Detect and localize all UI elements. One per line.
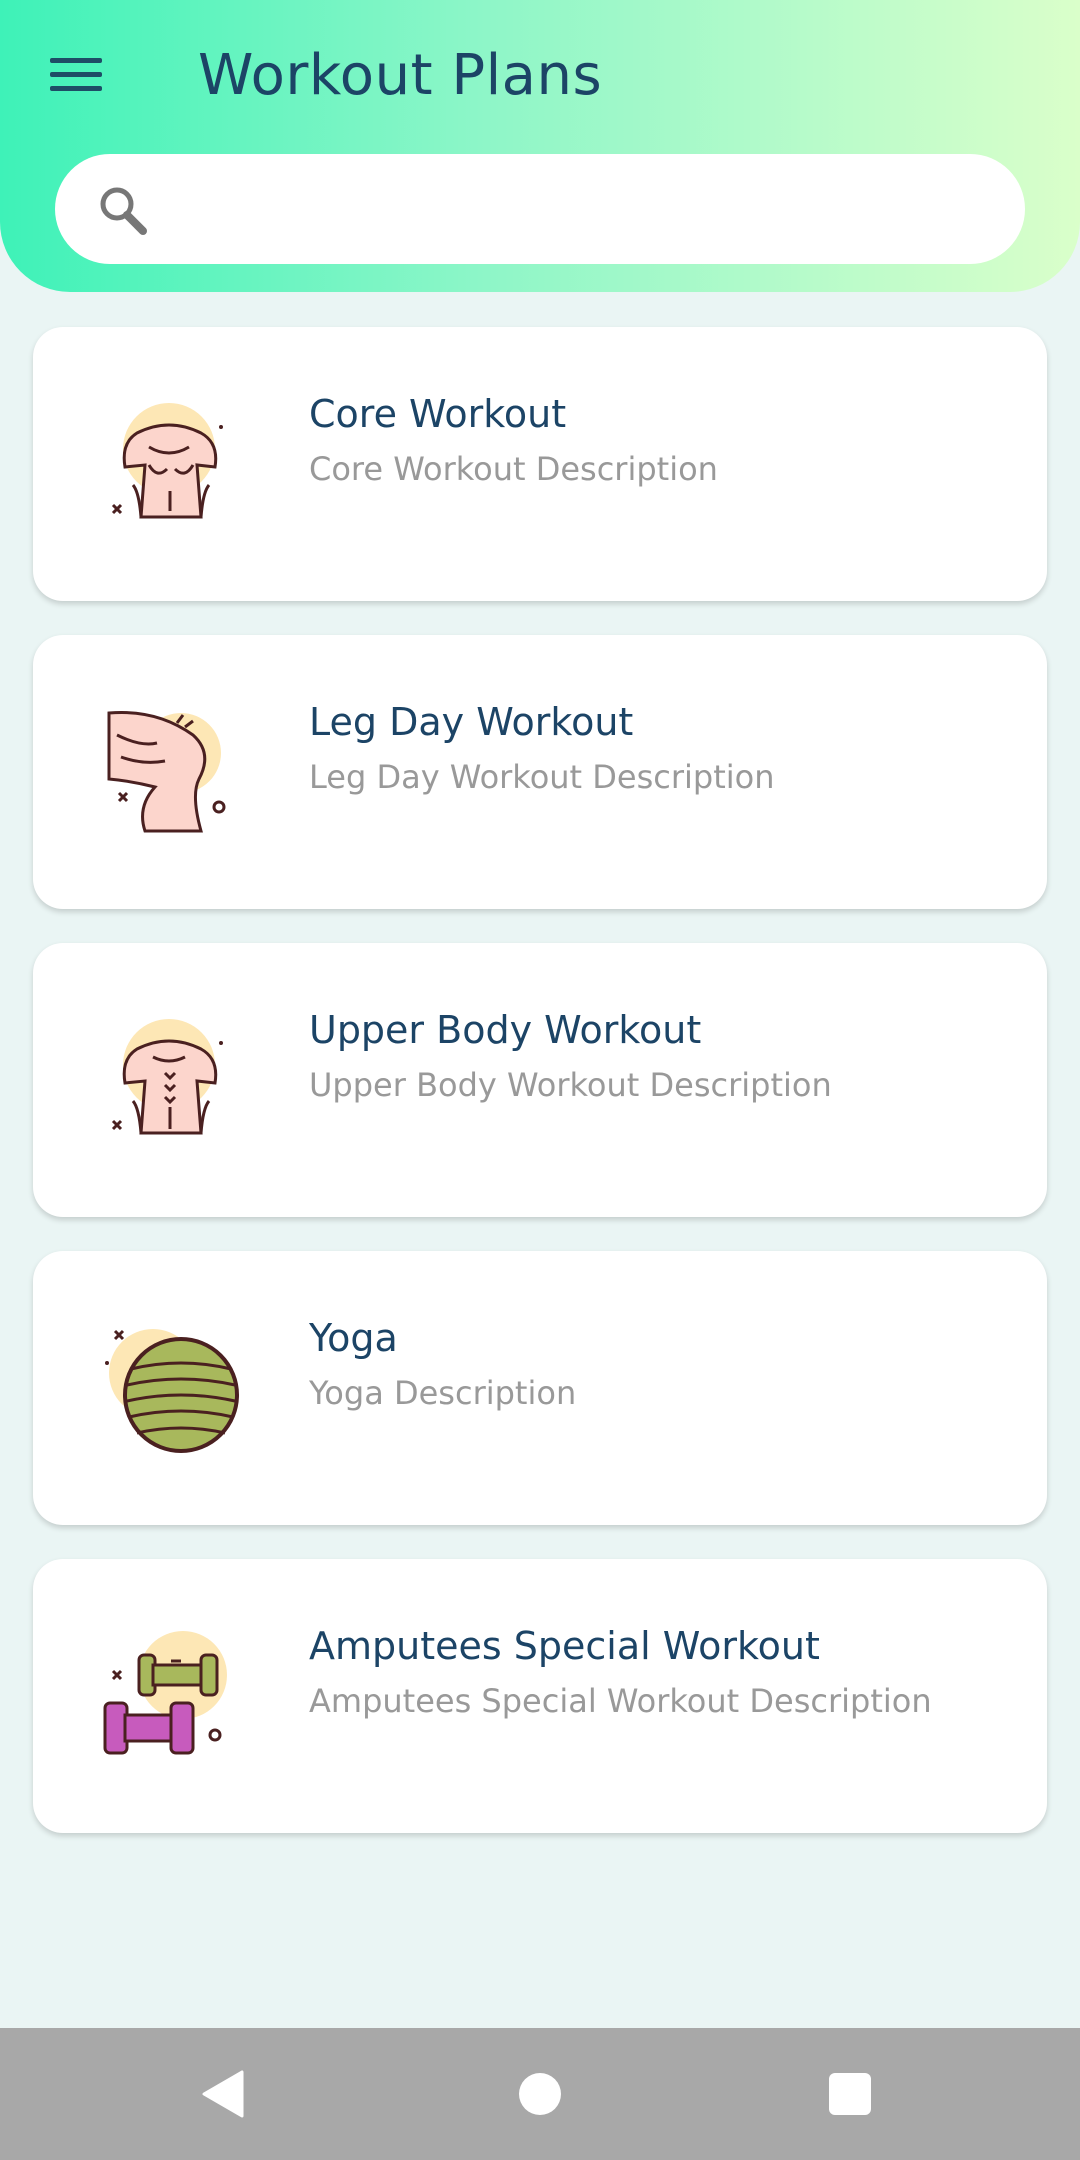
workout-description: Core Workout Description — [309, 450, 718, 488]
search-input[interactable] — [175, 174, 999, 246]
leg-muscle-icon — [107, 711, 226, 833]
search-bar[interactable] — [55, 154, 1025, 264]
search-icon — [100, 187, 147, 235]
workout-description: Amputees Special Workout Description — [309, 1682, 932, 1720]
workout-card-amputees[interactable]: Amputees Special Workout Amputees Specia… — [33, 1559, 1047, 1833]
dumbbells-icon — [103, 1631, 227, 1755]
workout-description: Yoga Description — [309, 1374, 577, 1412]
workout-title: Yoga — [309, 1316, 398, 1360]
workout-card-yoga[interactable]: Yoga Yoga Description — [33, 1251, 1047, 1525]
workout-title: Amputees Special Workout — [309, 1624, 820, 1668]
hamburger-menu-icon[interactable] — [48, 52, 106, 98]
workout-card-leg-day[interactable]: Leg Day Workout Leg Day Workout Descript… — [33, 635, 1047, 909]
workout-title: Leg Day Workout — [309, 700, 634, 744]
home-circle-icon[interactable] — [519, 2073, 561, 2115]
workout-card-core[interactable]: Core Workout Core Workout Description — [33, 327, 1047, 601]
back-torso-icon — [111, 1019, 223, 1135]
system-nav-bar — [0, 2028, 1080, 2160]
workout-card-upper-body[interactable]: Upper Body Workout Upper Body Workout De… — [33, 943, 1047, 1217]
page-title: Workout Plans — [198, 43, 603, 108]
back-triangle-icon[interactable] — [202, 2070, 246, 2118]
workout-title: Core Workout — [309, 392, 567, 436]
app-header: Workout Plans — [0, 0, 1080, 292]
workout-description: Upper Body Workout Description — [309, 1066, 832, 1104]
abs-torso-icon — [111, 403, 223, 519]
workout-description: Leg Day Workout Description — [309, 758, 775, 796]
workout-title: Upper Body Workout — [309, 1008, 702, 1052]
yoga-ball-icon — [105, 1329, 239, 1453]
recent-apps-square-icon[interactable] — [829, 2073, 871, 2115]
